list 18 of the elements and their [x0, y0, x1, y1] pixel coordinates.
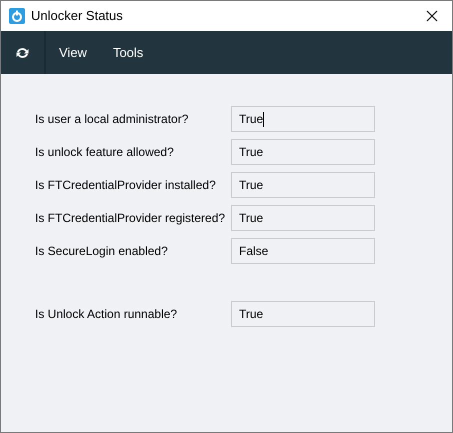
- value-field[interactable]: True: [231, 106, 375, 132]
- field-label: Is unlock feature allowed?: [35, 144, 175, 161]
- field-label: Is FTCredentialProvider installed?: [35, 177, 217, 194]
- refresh-icon: [15, 46, 30, 60]
- app-logo-icon: [9, 8, 25, 24]
- value-field[interactable]: True: [231, 139, 375, 165]
- field-label: Is SecureLogin enabled?: [35, 243, 169, 260]
- window-title: Unlocker Status: [31, 7, 123, 26]
- menu-item[interactable]: View: [59, 42, 87, 62]
- field-label: Is Unlock Action runnable?: [35, 306, 178, 323]
- close-icon: [426, 10, 438, 22]
- field-label: Is FTCredentialProvider registered?: [35, 210, 226, 227]
- value-field[interactable]: True: [231, 205, 375, 231]
- field-label: Is user a local administrator?: [35, 111, 190, 128]
- value-field[interactable]: False: [231, 238, 375, 264]
- value-field[interactable]: True: [231, 301, 375, 327]
- value-field[interactable]: True: [231, 172, 375, 198]
- menu-item[interactable]: Tools: [112, 42, 144, 62]
